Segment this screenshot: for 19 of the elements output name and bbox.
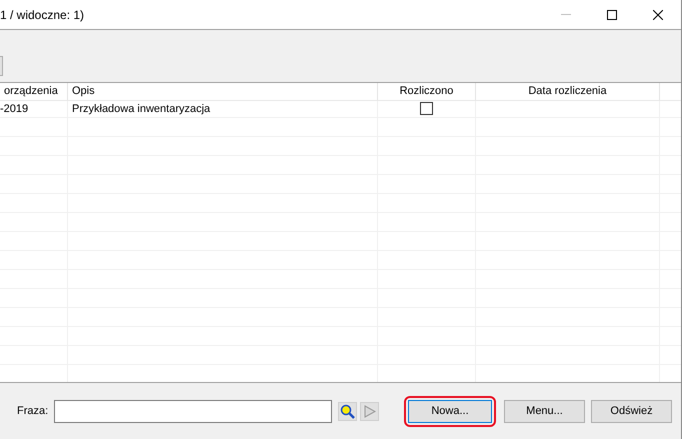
- action-button[interactable]: Odśwież: [591, 400, 672, 422]
- action-button[interactable]: Nowa...: [408, 400, 492, 422]
- search-field[interactable]: [54, 400, 332, 422]
- search-button[interactable]: [338, 402, 358, 420]
- magnifier-icon: [340, 404, 356, 418]
- maximize-icon: [607, 10, 617, 20]
- play-icon: [363, 404, 376, 418]
- column-header[interactable]: Opis: [68, 83, 378, 100]
- checkbox[interactable]: [420, 102, 433, 116]
- column-header[interactable]: Data rozliczenia: [476, 83, 660, 100]
- close-icon: [653, 10, 663, 20]
- window-title: 1 / widoczne: 1): [0, 6, 84, 24]
- table-cell: Przykładowa inwentaryzacja: [68, 100, 378, 117]
- table-cell: -2019: [0, 100, 68, 117]
- column-header[interactable]: orządzenia: [0, 83, 68, 100]
- column-header[interactable]: Rozliczono: [378, 83, 476, 100]
- action-button[interactable]: Menu...: [504, 400, 585, 422]
- minimize-icon: [561, 14, 571, 15]
- search-label: Fraza:: [17, 404, 48, 419]
